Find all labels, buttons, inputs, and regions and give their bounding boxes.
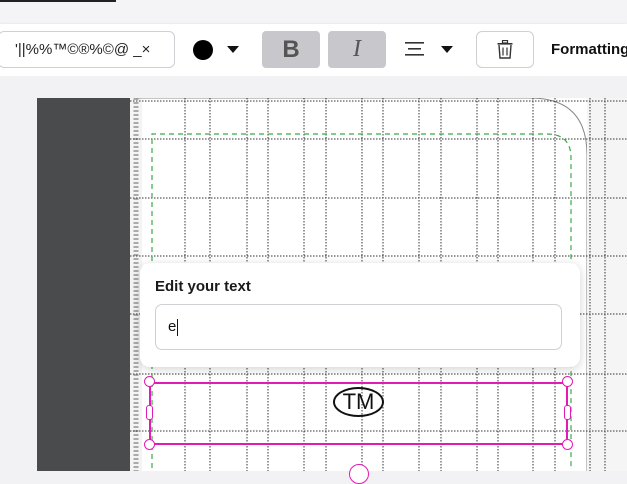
formatting-menu-label[interactable]: Formatting [551,41,627,58]
align-center-icon[interactable] [405,42,424,56]
edit-text-popup: Edit your text e [140,263,580,367]
top-strip [0,0,627,24]
text-cursor [177,318,179,336]
resize-handle-bottom-right[interactable] [562,439,573,450]
formatting-toolbar: '||%%™©®%©@ _× B I Formatting [0,24,627,76]
resize-handle-bottom-left[interactable] [144,439,155,450]
resize-handle-left[interactable] [146,405,153,420]
color-dropdown-chevron-icon[interactable] [227,46,239,53]
italic-button[interactable]: I [328,31,386,68]
resize-handle-right[interactable] [564,405,571,420]
bold-button[interactable]: B [262,31,320,68]
color-picker-swatch[interactable] [193,40,213,60]
resize-handle-top-right[interactable] [562,376,573,387]
resize-handle-top-left[interactable] [144,376,155,387]
active-tab-indicator [0,0,116,2]
rotate-handle[interactable] [349,464,369,484]
align-dropdown-chevron-icon[interactable] [441,46,453,53]
symbol-text-field[interactable]: '||%%™©®%©@ _× [0,31,175,68]
trademark-text[interactable]: TM [333,387,384,417]
edit-text-input[interactable]: e [155,304,562,350]
delete-button[interactable] [476,31,534,68]
edit-text-value: e [168,318,177,335]
trash-icon [497,40,513,59]
canvas-side-panel [37,98,132,471]
popup-title: Edit your text [155,278,251,295]
